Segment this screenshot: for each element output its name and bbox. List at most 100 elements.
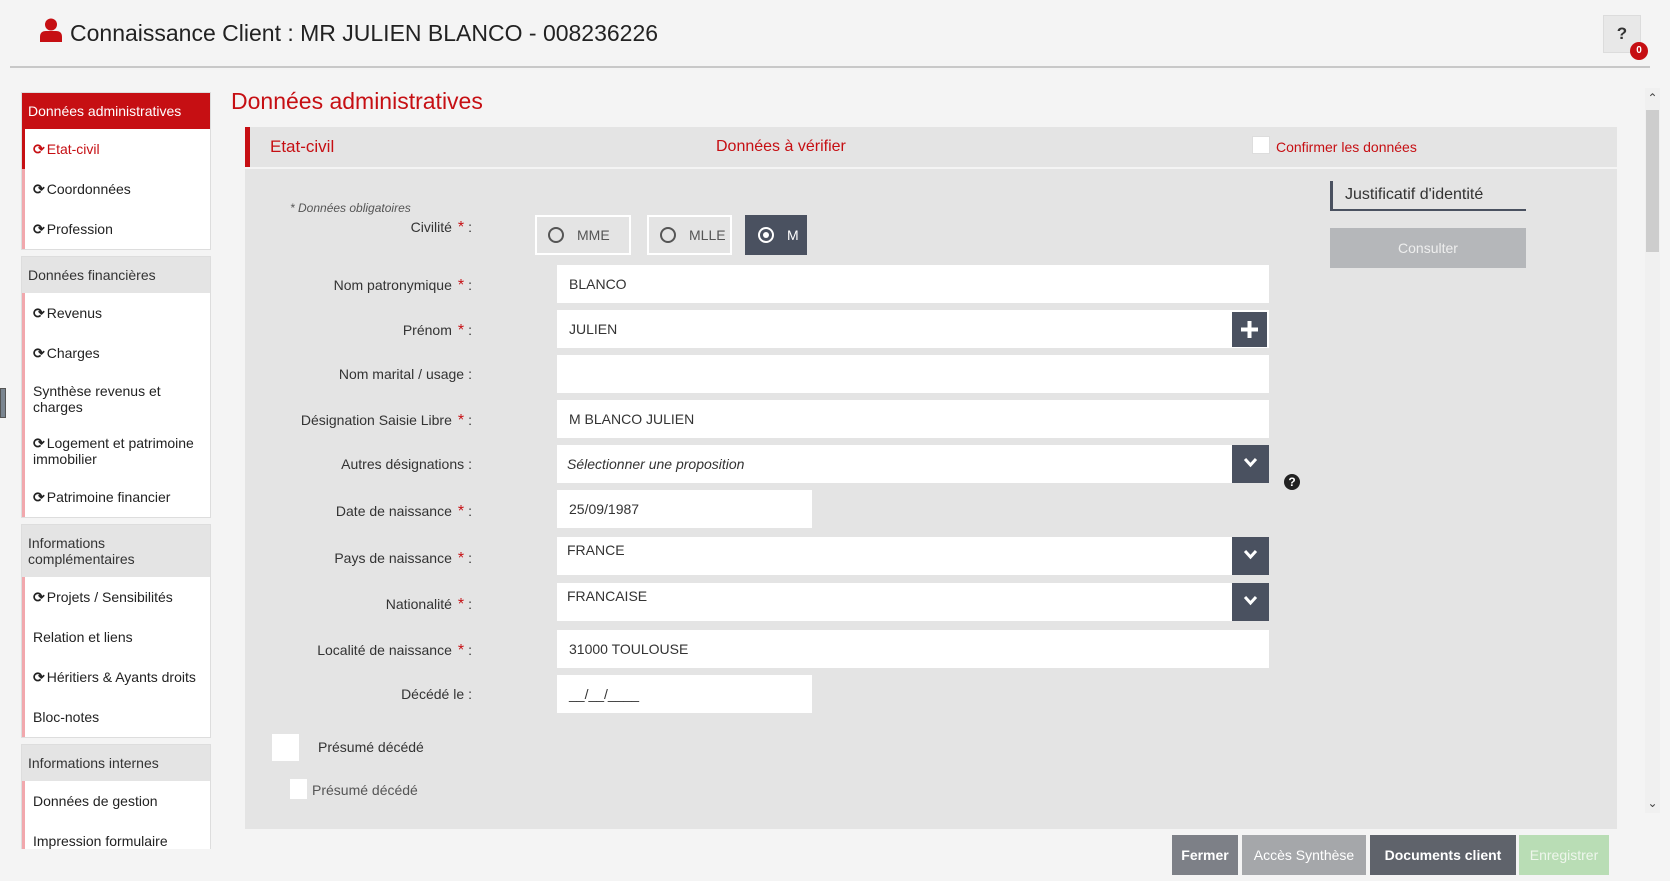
radio-dot: [548, 227, 564, 243]
autres-designations-select[interactable]: Sélectionner une proposition: [557, 445, 1269, 483]
localite-naissance-input[interactable]: 31000 TOULOUSE: [557, 630, 1269, 668]
sidebar-group-title[interactable]: Données administratives: [22, 93, 210, 129]
presume-decede-checkbox[interactable]: [272, 734, 299, 761]
scroll-down-arrow-icon[interactable]: ⌄: [1645, 797, 1660, 809]
page-header: Connaissance Client : MR JULIEN BLANCO -…: [10, 0, 1650, 68]
section-verify-text: Données à vérifier: [716, 138, 846, 155]
vertical-scrollbar[interactable]: ⌃ ⌄: [1645, 88, 1660, 813]
nom-marital-input[interactable]: [557, 355, 1269, 393]
scroll-thumb[interactable]: [1646, 110, 1659, 252]
field-label-text: Nom patronymique: [333, 277, 452, 293]
presume-decede-checkbox-secondary[interactable]: [290, 779, 307, 799]
sidebar-item-projets[interactable]: ⟳ Projets / Sensibilités: [22, 577, 210, 617]
decede-le-input[interactable]: __/__/____: [557, 675, 812, 713]
plus-icon: [1241, 321, 1258, 338]
date-naissance-input[interactable]: 25/09/1987: [557, 490, 812, 528]
select-value: Sélectionner une proposition: [567, 456, 745, 472]
confirm-data-checkbox[interactable]: [1252, 136, 1270, 154]
sidebar-group-title[interactable]: Informations internes: [22, 745, 210, 781]
chevron-down-icon: [1243, 595, 1258, 606]
side-drawer-handle[interactable]: [0, 388, 6, 418]
sidebar-group-donnees-administratives: Données administratives ⟳ Etat-civil ⟳ C…: [21, 92, 211, 250]
civilite-radio-m[interactable]: M: [745, 215, 807, 255]
sidebar-item-bloc-notes[interactable]: Bloc-notes: [22, 697, 210, 737]
section-title: Etat-civil: [270, 137, 335, 156]
nom-marital-label: Nom marital / usage:: [339, 366, 472, 382]
section-header: Etat-civil Données à vérifier Confirmer …: [245, 127, 1617, 167]
etat-civil-form: * Données obligatoires Civilité *: MME ML…: [245, 169, 1617, 829]
civilite-radio-mme[interactable]: MME: [535, 215, 631, 255]
sidebar-item-label: ⟳ Logement et patrimoine immobilier: [33, 435, 204, 467]
sidebar-group-title[interactable]: Informations complémentaires: [22, 525, 210, 577]
add-prenom-button[interactable]: [1232, 312, 1267, 347]
chevron-down-icon: [1243, 549, 1258, 560]
colon: :: [468, 596, 472, 612]
chevron-down-icon: [1243, 457, 1258, 468]
sidebar-item-etat-civil[interactable]: ⟳ Etat-civil: [22, 129, 210, 169]
presume-decede-label-secondary: Présumé décédé: [312, 782, 418, 798]
sidebar-item-label: Revenus: [46, 305, 102, 321]
nationalite-dropdown-button[interactable]: [1232, 583, 1269, 621]
field-label-text: Localité de naissance: [317, 642, 452, 658]
prenom-input[interactable]: JULIEN: [557, 310, 1269, 348]
sidebar-item-patrimoine-financier[interactable]: ⟳ Patrimoine financier: [22, 477, 210, 517]
acces-synthese-button[interactable]: Accès Synthèse: [1242, 835, 1366, 875]
sidebar-item-label: Patrimoine financier: [46, 489, 171, 505]
select-value: FRANCAISE: [567, 588, 648, 604]
documents-client-button[interactable]: Documents client: [1370, 835, 1516, 875]
fermer-button[interactable]: Fermer: [1172, 835, 1238, 875]
sidebar-group-title[interactable]: Données financières: [22, 257, 210, 293]
justificatif-identite-label: Justificatif d'identité: [1330, 181, 1526, 211]
refresh-icon: ⟳: [33, 221, 45, 237]
radio-label: MLLE: [689, 227, 726, 243]
confirm-data-label[interactable]: Confirmer les données: [1276, 139, 1417, 155]
field-label-text: Autres désignations: [341, 456, 465, 472]
scroll-up-arrow-icon[interactable]: ⌃: [1645, 92, 1660, 104]
consulter-button[interactable]: Consulter: [1330, 228, 1526, 268]
designation-input[interactable]: M BLANCO JULIEN: [557, 400, 1269, 438]
decede-le-label: Décédé le:: [401, 686, 472, 702]
sidebar-item-revenus[interactable]: ⟳ Revenus: [22, 293, 210, 333]
refresh-icon: ⟳: [33, 489, 45, 505]
page-title: Données administratives: [231, 88, 483, 114]
sidebar-item-charges[interactable]: ⟳ Charges: [22, 333, 210, 373]
autres-designations-dropdown-button[interactable]: [1232, 445, 1269, 483]
designation-label: Désignation Saisie Libre *:: [301, 412, 472, 430]
sidebar-item-relation[interactable]: Relation et liens: [22, 617, 210, 657]
pays-naissance-select[interactable]: FRANCE: [557, 537, 1269, 575]
sidebar-item-donnees-gestion[interactable]: Données de gestion: [22, 781, 210, 821]
nationalite-label: Nationalité *:: [386, 596, 472, 614]
refresh-icon: ⟳: [33, 305, 45, 321]
colon: :: [468, 686, 472, 702]
sidebar-item-label: Relation et liens: [33, 629, 133, 645]
colon: :: [468, 366, 472, 382]
radio-label: M: [787, 227, 799, 243]
sidebar-item-label: Héritiers & Ayants droits: [46, 669, 196, 685]
required-star: *: [457, 219, 465, 236]
nationalite-select[interactable]: FRANCAISE: [557, 583, 1269, 621]
colon: :: [468, 322, 472, 338]
sidebar-group-donnees-financieres: Données financières ⟳ Revenus ⟳ Charges …: [21, 256, 211, 518]
sidebar-item-heritiers[interactable]: ⟳ Héritiers & Ayants droits: [22, 657, 210, 697]
sidebar-item-label: Charges: [46, 345, 100, 361]
colon: :: [468, 642, 472, 658]
enregistrer-button[interactable]: Enregistrer: [1519, 835, 1609, 875]
nom-patronymique-input[interactable]: BLANCO: [557, 265, 1269, 303]
sidebar-item-logement[interactable]: ⟳ Logement et patrimoine immobilier: [22, 425, 210, 477]
sidebar-item-label: Données de gestion: [33, 793, 158, 809]
pays-naissance-dropdown-button[interactable]: [1232, 537, 1269, 575]
required-note: * Données obligatoires: [290, 201, 411, 215]
sidebar-item-synthese[interactable]: Synthèse revenus et charges: [22, 373, 210, 425]
required-star: *: [457, 642, 465, 659]
sidebar-item-coordonnees[interactable]: ⟳ Coordonnées: [22, 169, 210, 209]
colon: :: [468, 503, 472, 519]
select-value: FRANCE: [567, 542, 625, 558]
civilite-radio-mlle[interactable]: MLLE: [647, 215, 732, 255]
sidebar-item-impression[interactable]: Impression formulaire: [22, 821, 210, 849]
sidebar-nav: Données administratives ⟳ Etat-civil ⟳ C…: [21, 92, 211, 849]
question-icon[interactable]: ?: [1284, 474, 1300, 490]
sidebar-item-label: Profession: [46, 221, 113, 237]
required-star: *: [457, 596, 465, 613]
sidebar-item-label: Synthèse revenus et charges: [33, 383, 161, 415]
sidebar-item-profession[interactable]: ⟳ Profession: [22, 209, 210, 249]
